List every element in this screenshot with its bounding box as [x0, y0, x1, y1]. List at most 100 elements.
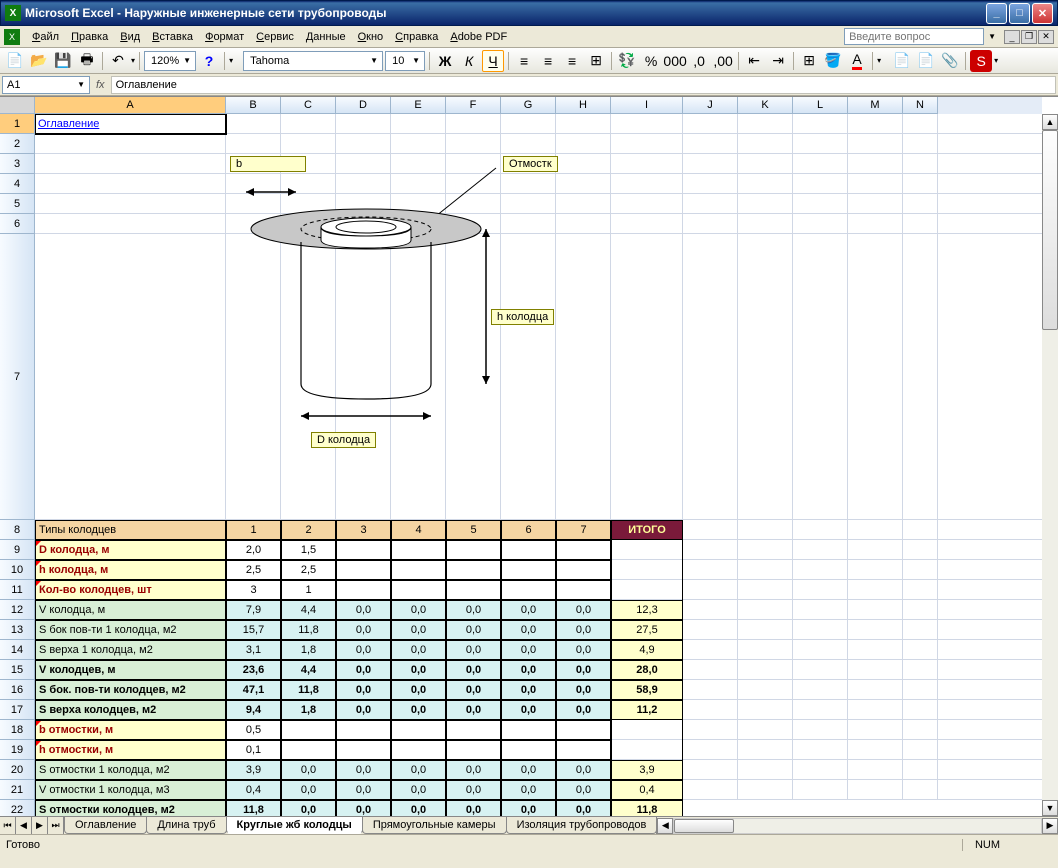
cell-F9[interactable]	[446, 540, 501, 560]
cell-I12[interactable]: 12,3	[611, 600, 683, 620]
cell-D8[interactable]: 3	[336, 520, 391, 540]
inc-decimal-icon[interactable]: ,0	[688, 50, 710, 72]
dropdown-icon[interactable]: ▼	[988, 32, 996, 41]
merge-icon[interactable]: ⊞	[585, 50, 607, 72]
cell-H15[interactable]: 0,0	[556, 660, 611, 680]
pdf-icon[interactable]: 📄	[891, 50, 913, 72]
menu-окно[interactable]: Окно	[352, 29, 390, 45]
cell-C15[interactable]: 4,4	[281, 660, 336, 680]
col-header-K[interactable]: K	[738, 97, 793, 114]
minimize-button[interactable]: _	[986, 3, 1007, 24]
select-all-corner[interactable]	[0, 97, 35, 114]
cell-H8[interactable]: 7	[556, 520, 611, 540]
row-header-4[interactable]: 4	[0, 174, 35, 194]
row-header-11[interactable]: 11	[0, 580, 35, 600]
menu-adobe pdf[interactable]: Adobe PDF	[444, 29, 513, 45]
cell-F17[interactable]: 0,0	[446, 700, 501, 720]
row-header-6[interactable]: 6	[0, 214, 35, 234]
cell-A15[interactable]: V колодцев, м	[35, 660, 226, 680]
cell-A18[interactable]: b отмостки, м	[35, 720, 226, 740]
menu-правка[interactable]: Правка	[65, 29, 114, 45]
cell-D11[interactable]	[336, 580, 391, 600]
cell-C9[interactable]: 1,5	[281, 540, 336, 560]
cell-C22[interactable]: 0,0	[281, 800, 336, 816]
cell-C11[interactable]: 1	[281, 580, 336, 600]
row-header-7[interactable]: 7	[0, 234, 35, 520]
cell-B19[interactable]: 0,1	[226, 740, 281, 760]
menu-вставка[interactable]: Вставка	[146, 29, 199, 45]
ask-question-box[interactable]	[844, 28, 984, 45]
cell-A14[interactable]: S верха 1 колодца, м2	[35, 640, 226, 660]
cell-F14[interactable]: 0,0	[446, 640, 501, 660]
cell-G9[interactable]	[501, 540, 556, 560]
cell-E19[interactable]	[391, 740, 446, 760]
cell-F22[interactable]: 0,0	[446, 800, 501, 816]
horizontal-scrollbar[interactable]: ◀ ▶	[656, 817, 1058, 834]
tab-last-icon[interactable]: ⏭	[48, 817, 64, 834]
tab-4[interactable]: Изоляция трубопроводов	[506, 817, 658, 834]
cell-G20[interactable]: 0,0	[501, 760, 556, 780]
align-center-icon[interactable]: ≡	[537, 50, 559, 72]
cell-G19[interactable]	[501, 740, 556, 760]
row-header-17[interactable]: 17	[0, 700, 35, 720]
menu-вид[interactable]: Вид	[114, 29, 146, 45]
cell-F11[interactable]	[446, 580, 501, 600]
close-button[interactable]: ✕	[1032, 3, 1053, 24]
cell-H14[interactable]: 0,0	[556, 640, 611, 660]
cell-I10[interactable]	[611, 560, 683, 580]
row-header-16[interactable]: 16	[0, 680, 35, 700]
row-header-18[interactable]: 18	[0, 720, 35, 740]
toolbar2-options-icon[interactable]: ▾	[877, 56, 881, 65]
name-box[interactable]: A1▼	[2, 76, 90, 94]
row-header-5[interactable]: 5	[0, 194, 35, 214]
col-header-D[interactable]: D	[336, 97, 391, 114]
row-header-3[interactable]: 3	[0, 154, 35, 174]
cell-H22[interactable]: 0,0	[556, 800, 611, 816]
cell-F19[interactable]	[446, 740, 501, 760]
cell-I16[interactable]: 58,9	[611, 680, 683, 700]
currency-icon[interactable]: 💱	[616, 50, 638, 72]
cell-E10[interactable]	[391, 560, 446, 580]
cell-I18[interactable]	[611, 720, 683, 740]
cell-H21[interactable]: 0,0	[556, 780, 611, 800]
cell-H18[interactable]	[556, 720, 611, 740]
scroll-left-icon[interactable]: ◀	[657, 818, 673, 834]
cell-C14[interactable]: 1,8	[281, 640, 336, 660]
cell-H19[interactable]	[556, 740, 611, 760]
cell-D22[interactable]: 0,0	[336, 800, 391, 816]
cell-F10[interactable]	[446, 560, 501, 580]
row-header-10[interactable]: 10	[0, 560, 35, 580]
cell-F12[interactable]: 0,0	[446, 600, 501, 620]
underline-icon[interactable]: Ч	[482, 50, 504, 72]
cell-A9[interactable]: D колодца, м	[35, 540, 226, 560]
cell-A10[interactable]: h колодца, м	[35, 560, 226, 580]
pdf3-icon[interactable]: 📎	[939, 50, 961, 72]
cell-D13[interactable]: 0,0	[336, 620, 391, 640]
cell-G17[interactable]: 0,0	[501, 700, 556, 720]
tab-first-icon[interactable]: ⏮	[0, 817, 16, 834]
cell-E21[interactable]: 0,0	[391, 780, 446, 800]
row-header-21[interactable]: 21	[0, 780, 35, 800]
save-icon[interactable]: 💾	[52, 50, 74, 72]
doc-restore-button[interactable]: ❐	[1021, 30, 1037, 44]
cell-G18[interactable]	[501, 720, 556, 740]
cell-C17[interactable]: 1,8	[281, 700, 336, 720]
cell-F21[interactable]: 0,0	[446, 780, 501, 800]
cell-B17[interactable]: 9,4	[226, 700, 281, 720]
print-icon[interactable]: 🖶	[76, 50, 98, 72]
menu-сервис[interactable]: Сервис	[250, 29, 300, 45]
cell-A16[interactable]: S бок. пов-ти колодцев, м2	[35, 680, 226, 700]
cell-G22[interactable]: 0,0	[501, 800, 556, 816]
cell-F15[interactable]: 0,0	[446, 660, 501, 680]
cell-C19[interactable]	[281, 740, 336, 760]
cell-B20[interactable]: 3,9	[226, 760, 281, 780]
cell-A12[interactable]: V колодца, м	[35, 600, 226, 620]
col-header-J[interactable]: J	[683, 97, 738, 114]
borders-icon[interactable]: ⊞	[798, 50, 820, 72]
cell-B21[interactable]: 0,4	[226, 780, 281, 800]
col-header-A[interactable]: A	[35, 97, 226, 114]
cell-D10[interactable]	[336, 560, 391, 580]
cell-E11[interactable]	[391, 580, 446, 600]
dec-decimal-icon[interactable]: ,00	[712, 50, 734, 72]
tab-3[interactable]: Прямоугольные камеры	[362, 817, 507, 834]
